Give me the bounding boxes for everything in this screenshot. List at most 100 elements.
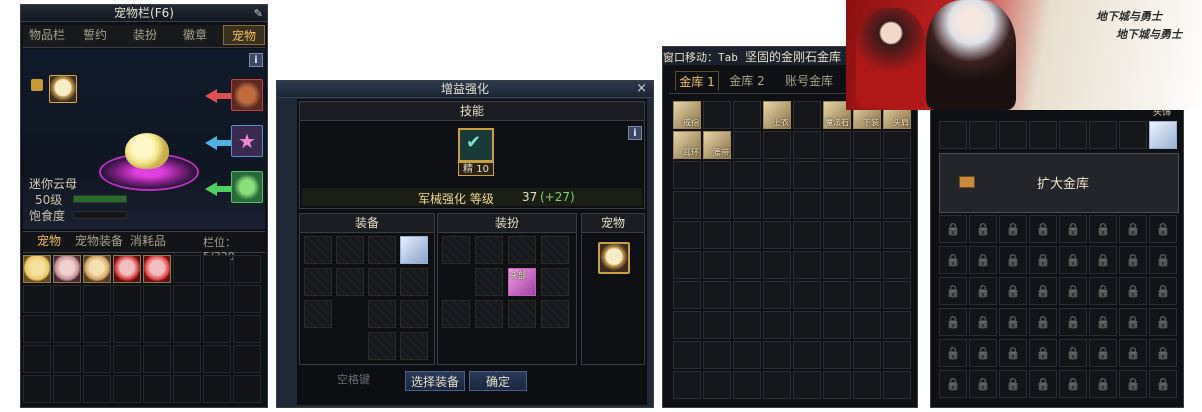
storage-slot[interactable]: [733, 101, 761, 129]
pet-bag-slot[interactable]: [23, 375, 51, 403]
pet-bag-slot[interactable]: [83, 285, 111, 313]
vault-slot[interactable]: [969, 121, 997, 149]
storage-slot[interactable]: [853, 371, 881, 399]
pet-bag-slot[interactable]: [83, 315, 111, 343]
vault-slot[interactable]: [1119, 121, 1147, 149]
skill-info-button[interactable]: i: [628, 126, 642, 140]
storage-slot[interactable]: [733, 221, 761, 249]
storage-slot[interactable]: [673, 161, 701, 189]
storage-item[interactable]: 上衣: [763, 101, 791, 129]
equipment-slot[interactable]: [336, 268, 364, 296]
storage-slot[interactable]: [793, 221, 821, 249]
tab-inventory[interactable]: 物品栏: [25, 25, 69, 45]
avatar-slot[interactable]: [475, 236, 503, 264]
pet-bag-slot[interactable]: [143, 315, 171, 343]
storage-slot[interactable]: [853, 311, 881, 339]
storage-slot[interactable]: [763, 221, 791, 249]
info-button[interactable]: i: [249, 53, 263, 67]
pet-bag-slot[interactable]: [173, 285, 201, 313]
storage-slot[interactable]: [793, 311, 821, 339]
equipment-slot[interactable]: [304, 300, 332, 328]
tab-pledge[interactable]: 誓约: [73, 25, 117, 45]
equipment-slot[interactable]: [368, 268, 396, 296]
storage-slot[interactable]: [853, 281, 881, 309]
pet-bag-slot[interactable]: [203, 375, 231, 403]
storage-slot[interactable]: [853, 161, 881, 189]
storage-slot[interactable]: [703, 371, 731, 399]
storage-slot[interactable]: [763, 341, 791, 369]
storage-slot[interactable]: [793, 191, 821, 219]
pet-bag-slot[interactable]: [113, 375, 141, 403]
tab-vault-1[interactable]: 金库 1: [675, 71, 719, 91]
vault-slot[interactable]: [939, 121, 967, 149]
storage-slot[interactable]: [703, 101, 731, 129]
storage-slot[interactable]: [853, 131, 881, 159]
storage-slot[interactable]: [763, 131, 791, 159]
pet-bag-slot[interactable]: [53, 285, 81, 313]
storage-title[interactable]: 坚固的金刚石金库: [745, 48, 841, 65]
vault-slot[interactable]: [1059, 121, 1087, 149]
storage-slot[interactable]: [673, 221, 701, 249]
storage-slot[interactable]: [793, 131, 821, 159]
pet-bag-slot[interactable]: [173, 345, 201, 373]
storage-slot[interactable]: [823, 371, 851, 399]
storage-slot[interactable]: [883, 161, 911, 189]
storage-slot[interactable]: [673, 251, 701, 279]
pet-bag-slot[interactable]: [53, 345, 81, 373]
pet-bag-slot[interactable]: [203, 285, 231, 313]
pet-bag-slot[interactable]: [233, 345, 261, 373]
storage-slot[interactable]: [883, 281, 911, 309]
storage-slot[interactable]: [763, 281, 791, 309]
storage-item[interactable]: 腰带: [703, 131, 731, 159]
equipment-slot[interactable]: [400, 332, 428, 360]
storage-slot[interactable]: [733, 191, 761, 219]
pet-bag-slot[interactable]: [23, 345, 51, 373]
pet-bag-item[interactable]: [53, 255, 81, 283]
pet-bag-slot[interactable]: [173, 255, 201, 283]
storage-slot[interactable]: [703, 281, 731, 309]
pet-bag-slot[interactable]: [113, 345, 141, 373]
pin-icon[interactable]: ✎: [254, 7, 263, 20]
pet-bag-slot[interactable]: [143, 285, 171, 313]
equipment-item[interactable]: [400, 236, 428, 264]
equipment-slot[interactable]: [304, 268, 332, 296]
storage-slot[interactable]: [703, 191, 731, 219]
storage-slot[interactable]: [793, 251, 821, 279]
storage-slot[interactable]: [853, 251, 881, 279]
expand-vault-button[interactable]: 扩大金库: [1037, 173, 1089, 192]
vault-slot[interactable]: [999, 121, 1027, 149]
storage-slot[interactable]: [793, 161, 821, 189]
storage-slot[interactable]: [733, 281, 761, 309]
storage-slot[interactable]: [733, 131, 761, 159]
equipment-slot[interactable]: [368, 332, 396, 360]
pet-bag-slot[interactable]: [143, 375, 171, 403]
equipment-slot[interactable]: [304, 236, 332, 264]
pet-bag-slot[interactable]: [203, 255, 231, 283]
storage-slot[interactable]: [673, 281, 701, 309]
pet-skin-slot[interactable]: [231, 79, 263, 111]
pet-bag-slot[interactable]: [233, 285, 261, 313]
storage-slot[interactable]: [703, 341, 731, 369]
pet-bag-slot[interactable]: [23, 315, 51, 343]
equipment-slot[interactable]: [400, 268, 428, 296]
avatar-slot[interactable]: [541, 236, 569, 264]
storage-slot[interactable]: [793, 371, 821, 399]
storage-slot[interactable]: [763, 311, 791, 339]
pet-bag-slot[interactable]: [113, 285, 141, 313]
tab-avatar[interactable]: 装扮: [123, 25, 167, 45]
storage-slot[interactable]: [703, 251, 731, 279]
close-icon[interactable]: ×: [636, 81, 647, 96]
confirm-button[interactable]: 确定: [469, 371, 527, 391]
storage-slot[interactable]: [793, 341, 821, 369]
avatar-item-head[interactable]: 头部: [508, 268, 536, 296]
storage-slot[interactable]: [883, 251, 911, 279]
pet-artifact-slot[interactable]: ★: [231, 125, 263, 157]
storage-slot[interactable]: [853, 221, 881, 249]
tab-pet-equipment[interactable]: 宠物装备: [71, 232, 127, 250]
pet-window-title[interactable]: 宠物栏(F6): [21, 5, 267, 22]
storage-item[interactable]: 耳环: [673, 131, 701, 159]
pet-enhance-slot[interactable]: [598, 242, 630, 274]
storage-slot[interactable]: [733, 251, 761, 279]
pet-bag-slot[interactable]: [173, 315, 201, 343]
storage-slot[interactable]: [883, 371, 911, 399]
